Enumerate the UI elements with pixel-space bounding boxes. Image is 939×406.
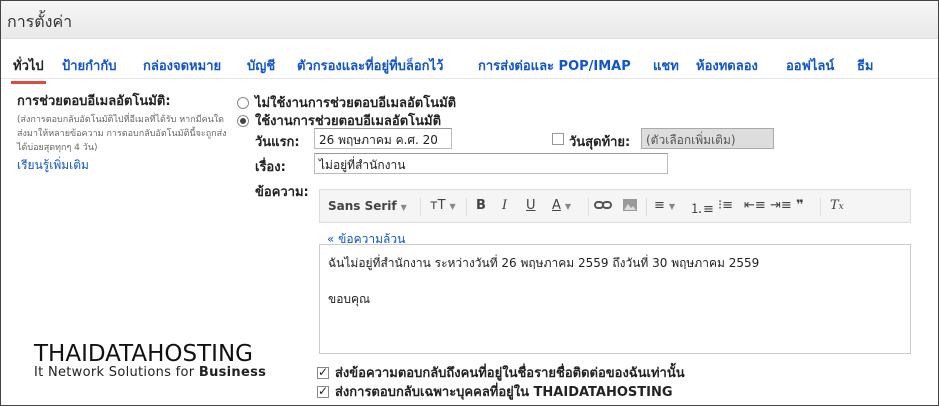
- outdent-icon[interactable]: ⇤≡: [744, 198, 766, 213]
- tab-inbox[interactable]: กล่องจดหมาย: [143, 55, 221, 76]
- domain-only-label: ส่งการตอบกลับเฉพาะบุคคลที่อยู่ใน THAIDAT…: [335, 385, 673, 400]
- message-label: ข้อความ:: [255, 185, 309, 200]
- logo-main-text: THAIDATAHOSTING: [34, 341, 253, 367]
- tab-labs[interactable]: ห้องทดลอง: [696, 55, 758, 76]
- tab-forwarding[interactable]: การส่งต่อและ POP/IMAP: [478, 55, 631, 76]
- tab-labels[interactable]: ป้ายกำกับ: [62, 55, 116, 76]
- vacation-heading: การช่วยตอบอีเมลอัตโนมัติ:: [17, 94, 171, 109]
- tab-general[interactable]: ทั่วไป: [11, 55, 46, 84]
- contacts-only-checkbox[interactable]: [317, 365, 329, 379]
- remove-formatting-icon[interactable]: Tx: [830, 198, 844, 213]
- font-size-icon[interactable]: ᴛT ▼: [430, 198, 456, 213]
- message-line-1: ฉันไม่อยู่ที่สำนักงาน ระหว่างวันที่ 26 พ…: [328, 256, 760, 270]
- tab-accounts[interactable]: บัญชี: [247, 55, 275, 76]
- contacts-only-label: ส่งข้อความตอบกลับถึงคนที่อยู่ในชื่อรายชื…: [335, 366, 685, 381]
- message-editor[interactable]: ฉันไม่อยู่ที่สำนักงาน ระหว่างวันที่ 26 พ…: [319, 244, 911, 354]
- tab-themes[interactable]: ธีม: [857, 55, 874, 76]
- settings-tabs: ทั่วไป ป้ายกำกับ กล่องจดหมาย บัญชี ตัวกร…: [1, 53, 938, 84]
- logo-tagline: It Network Solutions for Business: [34, 365, 267, 380]
- tab-offline[interactable]: ออฟไลน์: [786, 55, 834, 76]
- domain-only-checkbox[interactable]: [317, 384, 329, 398]
- font-family-select[interactable]: Sans Serif ▼: [328, 199, 407, 213]
- italic-icon[interactable]: I: [502, 198, 507, 213]
- title-bar: การตั้งค่า: [1, 1, 938, 39]
- vacation-on-radio[interactable]: [237, 114, 249, 127]
- vacation-help-text: (ส่งการตอบกลับอัตโนมัติไปที่อีเมลที่ได้ร…: [17, 115, 227, 153]
- subject-input[interactable]: ไม่อยู่ที่สำนักงาน: [314, 153, 668, 174]
- first-day-input[interactable]: 26 พฤษภาคม ค.ศ. 20: [314, 128, 452, 149]
- last-day-checkbox[interactable]: [552, 133, 564, 145]
- last-day-label: วันสุดท้าย:: [569, 135, 631, 150]
- image-icon[interactable]: [622, 198, 638, 212]
- align-icon[interactable]: ≡ ▼: [654, 198, 675, 213]
- vacation-description: การช่วยตอบอีเมลอัตโนมัติ: (ส่งการตอบกลับ…: [17, 90, 227, 175]
- subject-label: เรื่อง:: [255, 160, 286, 175]
- last-day-input[interactable]: (ตัวเลือกเพิ่มเติม): [641, 128, 774, 149]
- domain-only-option[interactable]: ส่งการตอบกลับเฉพาะบุคคลที่อยู่ใน THAIDAT…: [317, 381, 673, 402]
- link-icon[interactable]: [594, 198, 612, 212]
- vacation-off-radio[interactable]: [237, 96, 249, 109]
- underline-icon[interactable]: U: [526, 198, 536, 213]
- text-color-icon[interactable]: A ▼: [552, 198, 571, 213]
- quote-icon[interactable]: ❞: [796, 198, 804, 213]
- first-day-label: วันแรก:: [255, 135, 300, 150]
- tab-chat[interactable]: แชท: [653, 55, 679, 76]
- indent-icon[interactable]: ⇥≡: [770, 198, 792, 213]
- settings-window: การตั้งค่า ทั่วไป ป้ายกำกับ กล่องจดหมาย …: [0, 0, 939, 406]
- bulleted-list-icon[interactable]: ⁝≡: [718, 198, 733, 213]
- tab-filters[interactable]: ตัวกรองและที่อยู่ที่บล็อกไว้: [297, 55, 443, 76]
- learn-more-link[interactable]: เรียนรู้เพิ่มเติม: [17, 156, 227, 175]
- numbered-list-icon[interactable]: ⒈≡: [690, 198, 714, 217]
- page-title: การตั้งค่า: [7, 12, 73, 31]
- formatting-toolbar: Sans Serif ▼ ᴛT ▼ B I U A ▼ ≡ ▼ ⒈≡ ⁝≡ ⇤≡ ⇥≡ …: [319, 189, 911, 223]
- message-line-2: ขอบคุณ: [328, 292, 371, 306]
- thaidatahosting-logo: THAIDATAHOSTING It Network Solutions for…: [34, 341, 266, 380]
- bold-icon[interactable]: B: [476, 198, 486, 213]
- contacts-only-option[interactable]: ส่งข้อความตอบกลับถึงคนที่อยู่ในชื่อรายชื…: [317, 362, 685, 383]
